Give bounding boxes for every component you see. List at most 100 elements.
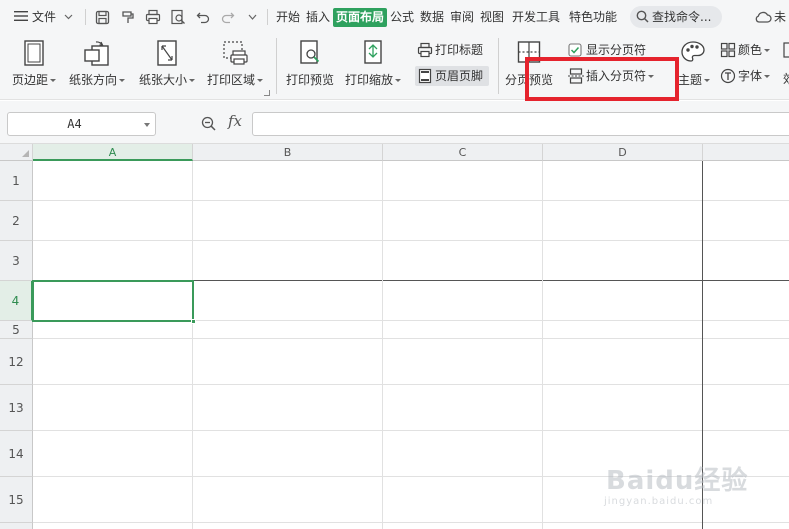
search-placeholder: 查找命令... xyxy=(652,10,712,24)
print-scale-button[interactable]: 打印缩放 xyxy=(342,34,404,96)
print-icon[interactable] xyxy=(145,9,161,25)
formula-bar: A4 fx xyxy=(0,101,789,144)
row-header-15[interactable]: 15 xyxy=(0,477,33,523)
column-header-d[interactable]: D xyxy=(543,144,703,161)
watermark-sub-text: jingyan.baidu.com xyxy=(604,496,714,507)
margins-label: 页边距 xyxy=(6,71,62,88)
command-search-input[interactable]: 查找命令... xyxy=(630,6,722,28)
orientation-button[interactable]: 纸张方向 xyxy=(66,34,128,96)
tab-formulas[interactable]: 公式 xyxy=(390,0,414,34)
tab-special-features[interactable]: 特色功能 xyxy=(569,0,617,34)
row-header-13[interactable]: 13 xyxy=(0,385,33,431)
name-box[interactable]: A4 xyxy=(7,112,156,136)
column-header-a[interactable]: A xyxy=(33,144,193,161)
colors-icon xyxy=(720,42,736,58)
search-icon xyxy=(636,10,649,23)
theme-button[interactable]: 主题 xyxy=(674,34,712,96)
theme-fonts-button[interactable]: 字体 xyxy=(718,66,778,86)
divider xyxy=(85,9,86,25)
cell-reference: A4 xyxy=(67,117,82,131)
print-scale-icon xyxy=(364,40,382,64)
print-area-icon xyxy=(223,41,248,65)
row-header-14[interactable]: 14 xyxy=(0,431,33,477)
highlight-annotation-box xyxy=(525,57,679,101)
print-preview-icon[interactable] xyxy=(170,9,186,25)
customize-toolbar-icon[interactable] xyxy=(248,14,257,21)
fonts-icon xyxy=(720,68,736,84)
fonts-label: 字体 xyxy=(738,69,763,83)
print-scale-label: 打印缩放 xyxy=(342,71,404,88)
gridline xyxy=(33,384,789,385)
format-painter-icon[interactable] xyxy=(120,9,136,25)
gridline xyxy=(33,430,789,431)
selected-cell-a4[interactable] xyxy=(32,280,196,324)
tab-review[interactable]: 审阅 xyxy=(450,0,474,34)
fill-handle[interactable] xyxy=(191,319,196,324)
print-preview-label: 打印预览 xyxy=(285,73,334,87)
tab-page-layout[interactable]: 页面布局 xyxy=(333,8,388,27)
cloud-icon[interactable] xyxy=(754,10,772,24)
row-header-3[interactable]: 3 xyxy=(0,241,33,281)
divider xyxy=(276,38,277,94)
colors-label: 颜色 xyxy=(738,43,763,57)
hamburger-icon xyxy=(14,11,28,21)
file-menu-label: 文件 xyxy=(32,10,57,24)
orientation-icon xyxy=(84,41,109,66)
row-header-2[interactable]: 2 xyxy=(0,201,33,241)
row-header-16[interactable] xyxy=(0,523,33,529)
margins-button[interactable]: 页边距 xyxy=(6,34,62,96)
margins-icon xyxy=(24,40,44,66)
paper-size-label: 纸张大小 xyxy=(136,71,198,88)
row-header-1[interactable]: 1 xyxy=(0,161,33,201)
divider xyxy=(267,9,268,25)
tab-developer[interactable]: 开发工具 xyxy=(512,0,560,34)
gridline xyxy=(382,161,383,529)
checkbox-checked-icon xyxy=(568,43,582,57)
theme-label: 主题 xyxy=(678,71,712,88)
dialog-launcher-icon[interactable] xyxy=(264,90,270,96)
tab-data[interactable]: 数据 xyxy=(420,0,444,34)
sync-status-label[interactable]: 未 xyxy=(774,0,786,34)
orientation-label: 纸张方向 xyxy=(66,71,128,88)
paper-size-icon xyxy=(157,40,177,66)
row-header-4[interactable]: 4 xyxy=(0,281,33,321)
row-header-5[interactable]: 5 xyxy=(0,321,33,339)
gridline xyxy=(33,522,789,523)
undo-icon[interactable] xyxy=(196,10,210,24)
column-header-b[interactable]: B xyxy=(193,144,383,161)
save-icon[interactable] xyxy=(95,10,110,25)
gridline xyxy=(542,161,543,529)
print-area-button[interactable]: 打印区域 xyxy=(204,34,266,96)
header-footer-label: 页眉页脚 xyxy=(435,69,484,83)
header-footer-button[interactable]: 页眉页脚 xyxy=(415,66,489,86)
print-preview-button[interactable]: 打印预览 xyxy=(282,34,338,96)
theme-colors-button[interactable]: 颜色 xyxy=(718,40,778,60)
watermark-main-text: Baidu经验 xyxy=(606,466,749,496)
print-titles-button[interactable]: 打印标题 xyxy=(415,40,489,60)
header-footer-icon xyxy=(418,68,432,84)
file-menu[interactable]: 文件 xyxy=(14,0,73,34)
palette-icon xyxy=(681,41,705,62)
effects-icon[interactable] xyxy=(783,42,789,58)
paper-size-button[interactable]: 纸张大小 xyxy=(136,34,198,96)
chevron-down-icon xyxy=(144,123,150,127)
print-area-label: 打印区域 xyxy=(204,71,266,88)
print-titles-label: 打印标题 xyxy=(435,43,484,57)
tab-home[interactable]: 开始 xyxy=(276,0,300,34)
gridline xyxy=(33,200,789,201)
zoom-out-icon[interactable] xyxy=(201,116,216,131)
gridline xyxy=(33,338,789,339)
tab-view[interactable]: 视图 xyxy=(480,0,504,34)
select-all-corner[interactable] xyxy=(0,144,33,161)
baidu-jingyan-watermark: Baidu经验 jingyan.baidu.com xyxy=(600,460,750,520)
formula-input[interactable] xyxy=(252,112,789,136)
insert-function-button[interactable]: fx xyxy=(228,112,242,130)
chevron-down-icon xyxy=(64,14,73,20)
divider xyxy=(498,38,499,94)
effects-label[interactable]: 效 xyxy=(783,70,789,87)
column-header-c[interactable]: C xyxy=(383,144,543,161)
tab-insert[interactable]: 插入 xyxy=(306,0,330,34)
redo-icon[interactable] xyxy=(221,10,235,24)
row-header-12[interactable]: 12 xyxy=(0,339,33,385)
column-header-e[interactable] xyxy=(703,144,789,161)
